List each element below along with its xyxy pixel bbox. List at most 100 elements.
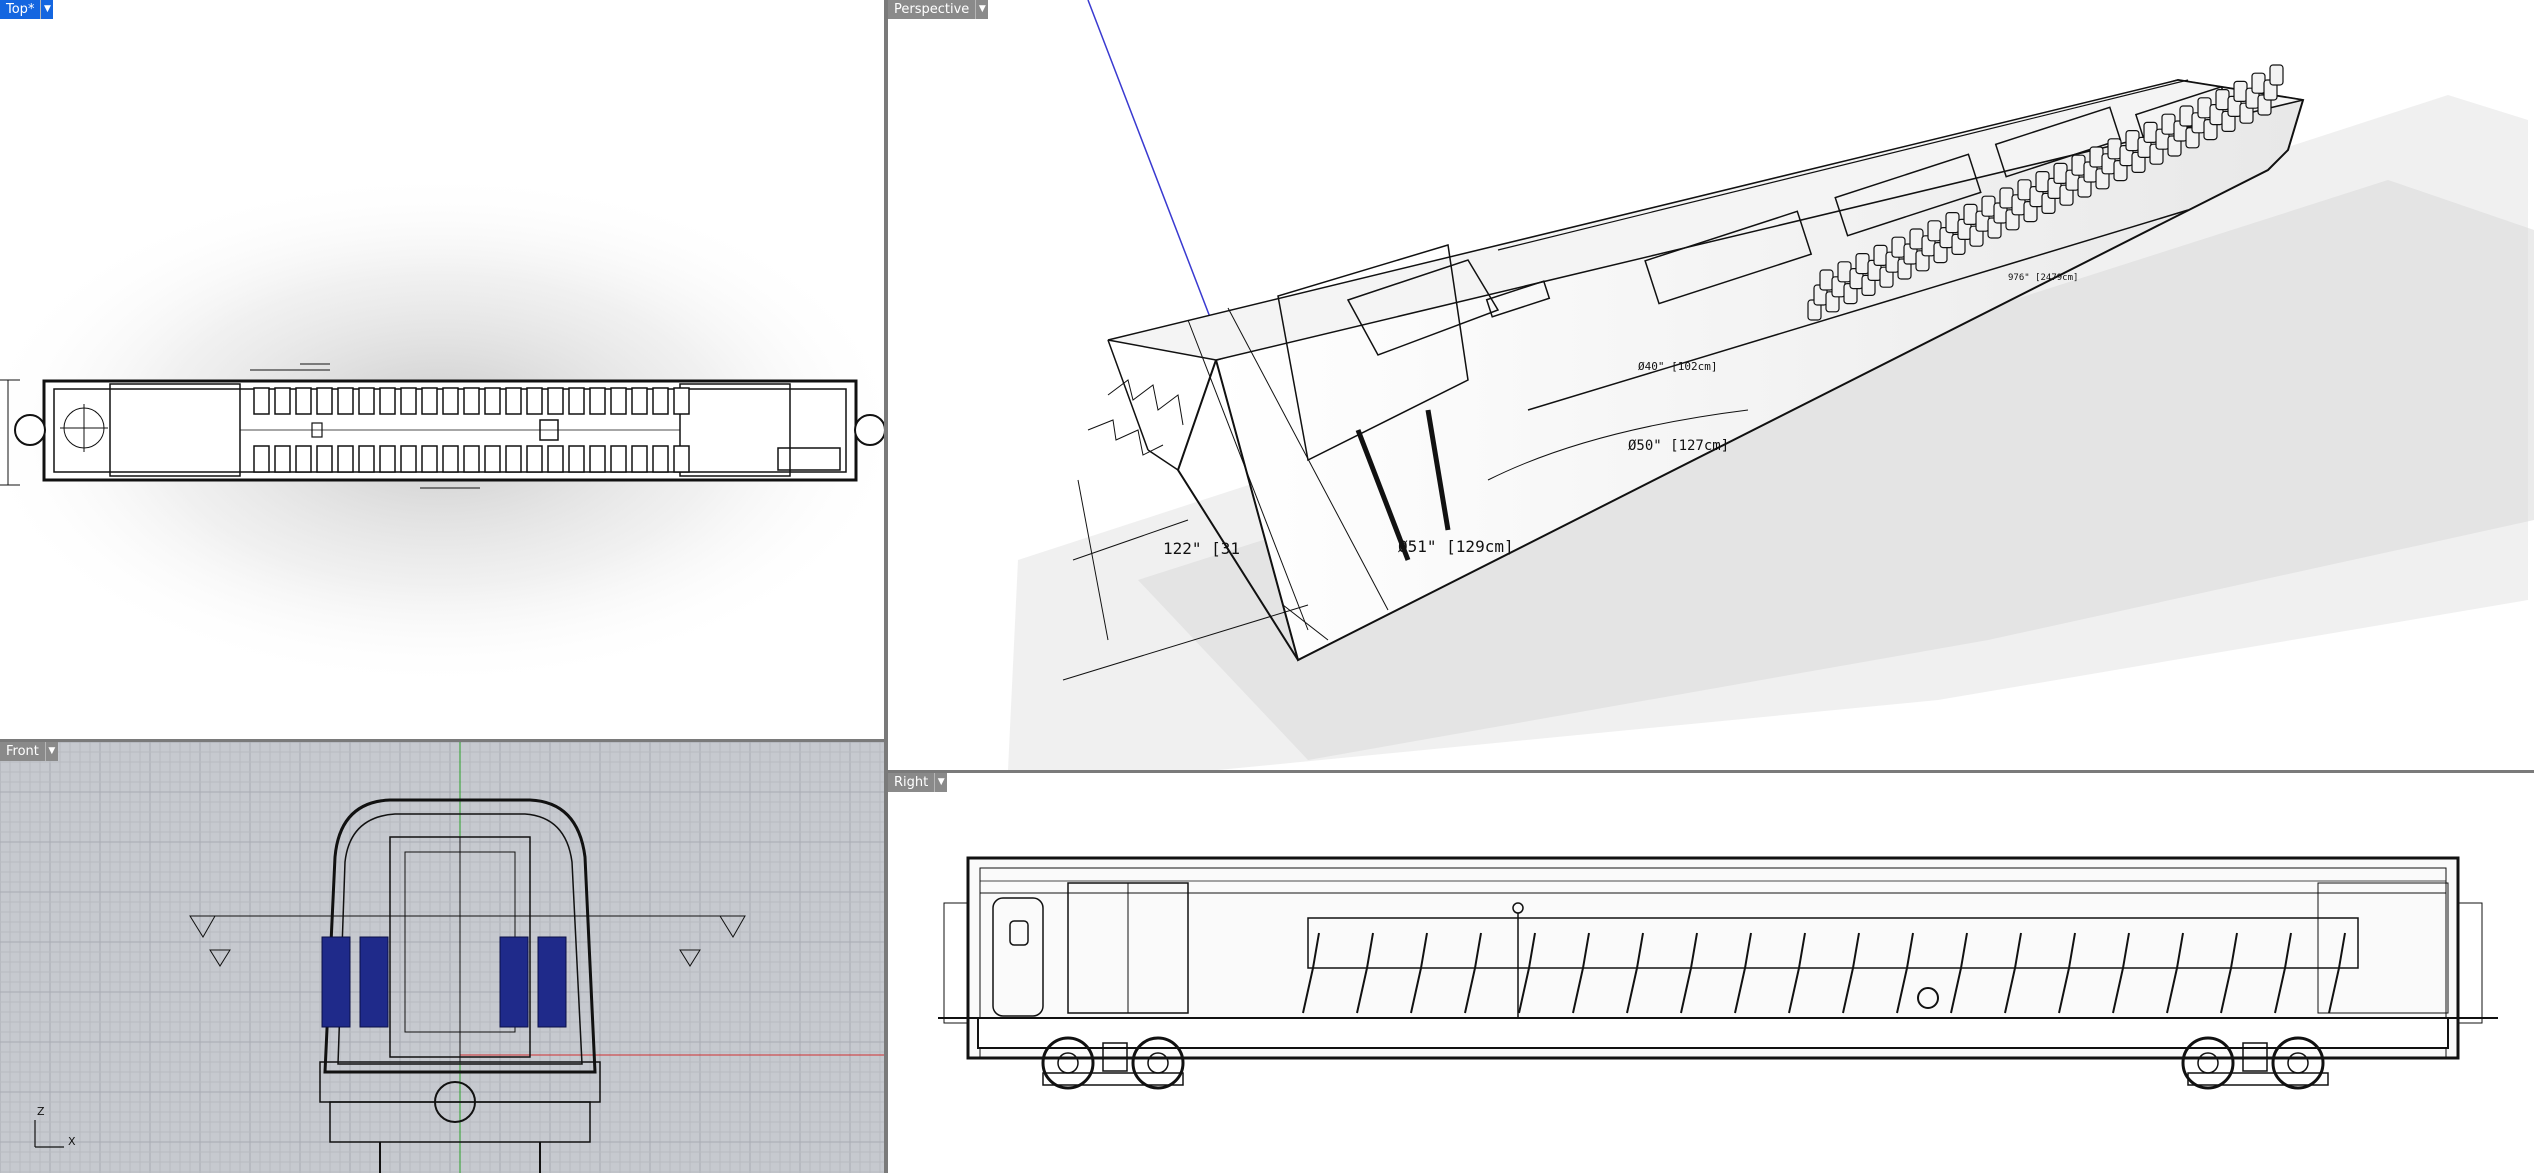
axis-label-x: X [68,1135,76,1148]
train-car-section [189,798,746,1173]
seat-plan [484,387,501,415]
seat-plan [526,387,543,415]
viewport-tab-top[interactable]: Top* ▼ [0,0,54,19]
seat-plan [253,445,270,473]
seat-plan [442,387,459,415]
seat-row-upper [253,387,690,415]
seat-plan [337,445,354,473]
viewport-label[interactable]: Front [0,742,45,761]
construction-grid [0,742,884,1173]
dimension-label: 122" [31 [1163,539,1240,558]
seat-plan [442,445,459,473]
viewport-tab-right[interactable]: Right ▼ [888,773,948,792]
chevron-down-icon[interactable]: ▼ [975,0,989,19]
seat-plan [589,445,606,473]
seat-plan [547,387,564,415]
seat-plan [358,387,375,415]
seat-plan [631,445,648,473]
seat-perspective [1963,203,1978,225]
seat-perspective [2053,162,2068,184]
seat-perspective [1909,228,1924,250]
viewport-label[interactable]: Top* [0,0,41,19]
seat-plan [337,387,354,415]
seat-plan [463,387,480,415]
seat-plan [484,445,501,473]
viewport-top[interactable]: Top* ▼ [0,0,884,739]
seat-plan [253,387,270,415]
chevron-down-icon[interactable]: ▼ [934,773,948,792]
chevron-down-icon[interactable]: ▼ [44,742,58,761]
seat-plan [316,445,333,473]
chevron-down-icon[interactable]: ▼ [40,0,54,19]
seat-plan [295,445,312,473]
seat-plan [274,445,291,473]
seat-plan [652,387,669,415]
seat-plan [400,387,417,415]
seat-plan [652,445,669,473]
seat-plan [568,445,585,473]
viewport-tab-perspective[interactable]: Perspective ▼ [888,0,989,19]
viewport-label[interactable]: Perspective [888,0,976,19]
seat-plan [610,445,627,473]
seat-plan [610,387,627,415]
seat-plan [568,387,585,415]
seat-perspective [1981,195,1996,217]
seat-plan [505,445,522,473]
seat-perspective [1837,261,1852,283]
seat-plan [421,445,438,473]
axis-label-z: Z [37,1105,45,1118]
dimension-label: 976" [2479cm] [2008,273,2078,283]
seat-perspective [2089,146,2104,168]
seat-perspective [1855,253,1870,275]
seat-perspective [2179,105,2194,127]
seat-plan [274,387,291,415]
seat-plan [673,445,690,473]
viewport-right[interactable]: Right ▼ [888,773,2534,1173]
right-view-drawing [938,856,2498,1090]
seat-plan [673,387,690,415]
seat-perspective [2197,97,2212,119]
dimension-label: Ø51" [129cm] [1398,537,1514,556]
seat-plan [421,387,438,415]
seat-plan [379,387,396,415]
seat-perspective [1873,244,1888,266]
seat-perspective [1819,269,1834,291]
train-car-elevation [938,856,2498,1090]
seat-plan [379,445,396,473]
seat-plan [547,445,564,473]
viewport-label[interactable]: Right [888,773,935,792]
seat-perspective [2071,154,2086,176]
dimension-label: Ø50" [127cm] [1628,438,1729,454]
perspective-drawing: Ø51" [129cm] Ø50" [127cm] Ø40" [102cm] 1… [1008,0,2534,770]
seat-row-lower [253,445,690,473]
viewport-perspective[interactable]: Perspective ▼ Ø51" [129cm] Ø50" [127cm] … [888,0,2534,770]
front-view-drawing: Z X [0,742,884,1173]
seat-plan [526,445,543,473]
seat-plan [358,445,375,473]
seat-perspective [1891,236,1906,258]
seat-perspective [1927,220,1942,242]
seat-perspective [2107,138,2122,160]
seat-plan [505,387,522,415]
seat-perspective [1999,187,2014,209]
viewport-tab-front[interactable]: Front ▼ [0,742,58,761]
seat-plan [295,387,312,415]
seat-plan [589,387,606,415]
seat-perspective [2269,64,2284,86]
seat-perspective [2161,113,2176,135]
seat-perspective [2215,88,2230,111]
viewport-front[interactable]: Front ▼ Z X [0,742,884,1173]
seat-plan [463,445,480,473]
seat-perspective [1945,212,1960,234]
seat-perspective [2125,130,2140,152]
dimension-label: Ø40" [102cm] [1638,360,1717,373]
top-view-drawing [0,170,884,690]
seat-perspective [2035,171,2050,193]
seat-perspective [2233,80,2248,103]
seat-perspective [2251,72,2266,94]
seat-plan [400,445,417,473]
seat-perspective [2143,121,2158,144]
seat-perspective [2017,179,2032,201]
seat-plan [631,387,648,415]
train-car-plan [0,363,884,489]
